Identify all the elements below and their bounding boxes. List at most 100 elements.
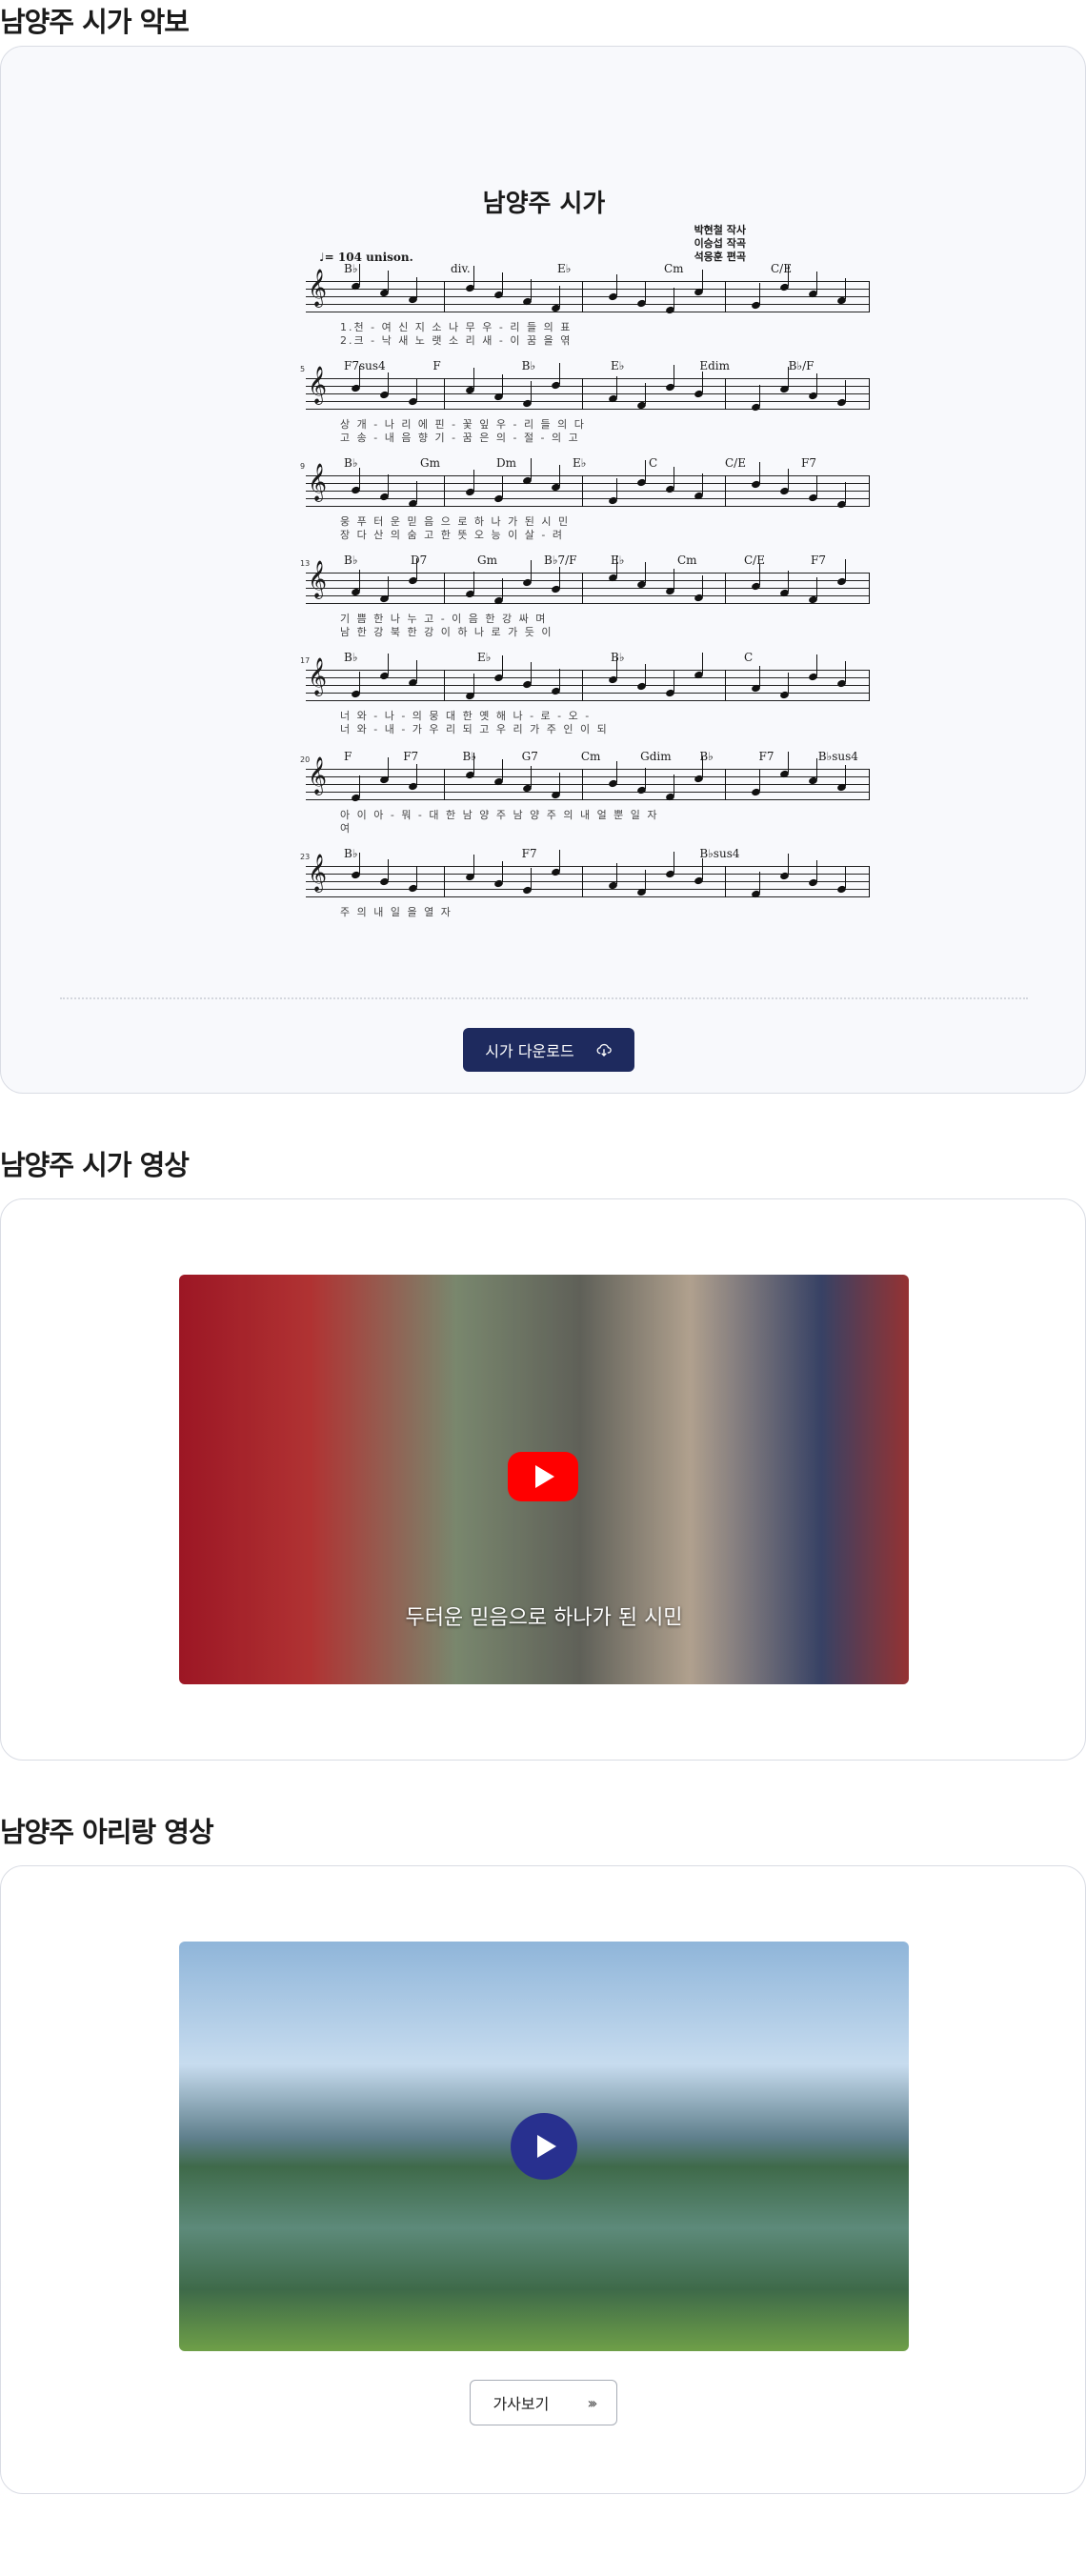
chord-symbol: C xyxy=(744,651,754,664)
chord-symbol: F7 xyxy=(403,750,419,763)
staff-row: F F7 B♭ G7 Cm Gdim B♭ F7 B♭sus4 𝄞 20 아 이 아 - 뭐 - 대 … xyxy=(300,750,870,835)
barline xyxy=(582,866,583,897)
note-stem xyxy=(616,555,617,576)
note-stem xyxy=(816,373,817,394)
note-stem xyxy=(531,381,532,402)
staff-row: B♭ E♭ B♭ C 𝄞 17 너 와 - 나 - 의 뭉 대 한 옛 해 나 - 로 - … xyxy=(300,651,870,735)
note-stem xyxy=(616,657,617,678)
treble-clef-icon: 𝄞 xyxy=(308,560,328,598)
note-stem xyxy=(502,861,503,882)
note-stem xyxy=(416,764,417,785)
staff-row: B♭ div. E♭ Cm C/E 𝄞 1.천 - 여 신 지 소 나 무 우 - 리 들 … xyxy=(306,262,870,347)
note-stem xyxy=(845,482,846,503)
chord-symbol: Cm xyxy=(580,750,601,763)
barline xyxy=(582,475,583,507)
note-stem xyxy=(359,366,360,387)
note-stem xyxy=(845,380,846,401)
note-stem xyxy=(702,270,703,291)
chord-symbol: F xyxy=(344,750,352,763)
credit-composer: 이승섭 작곡 xyxy=(694,237,746,250)
treble-clef-icon: 𝄞 xyxy=(308,854,328,892)
note-stem xyxy=(359,672,360,693)
note-stem xyxy=(816,577,817,598)
sheet-music-image: 남양주 시가 박현철 작사 이승섭 작곡 석응훈 편곡 B♭ div. E♭ Cm C/… xyxy=(60,104,1032,999)
chord-symbol: B♭7/F xyxy=(544,553,577,567)
chord-symbol: C/E xyxy=(744,553,765,567)
barline xyxy=(582,769,583,800)
chord-symbol: C xyxy=(649,456,658,470)
chord-symbol: Cm xyxy=(664,262,684,275)
note-stem xyxy=(616,863,617,884)
note-stem xyxy=(559,363,560,384)
treble-clef-icon: 𝄞 xyxy=(308,657,328,695)
staff-row: B♭ F7 B♭sus4 𝄞 23 주 의 내 일 을 열 자 xyxy=(300,847,870,927)
chord-symbol: G7 xyxy=(521,750,538,763)
barline xyxy=(869,281,870,312)
lyrics-line-2: 2.크 - 낙 새 노 랫 소 리 새 - 이 꿈 을 엮 xyxy=(340,334,573,347)
chord-symbol: B♭ xyxy=(344,847,358,860)
note-stem xyxy=(359,775,360,796)
video-player-arirang[interactable] xyxy=(179,1942,909,2351)
note-stem xyxy=(816,758,817,779)
note-stem xyxy=(845,765,846,786)
barline xyxy=(725,281,726,312)
treble-clef-icon: 𝄞 xyxy=(308,463,328,501)
note-stem xyxy=(816,475,817,496)
lyrics-button[interactable]: 가사보기 ››› xyxy=(470,2380,617,2425)
note-stem xyxy=(473,368,474,389)
note-stem xyxy=(388,859,389,880)
chord-symbol: Dm xyxy=(496,456,516,470)
lyrics-line-1: 아 이 아 - 뭐 - 대 한 남 양 주 남 양 주 의 내 얼 뿐 일 자 xyxy=(340,809,659,821)
play-icon[interactable] xyxy=(511,2113,577,2180)
chord-symbol: F xyxy=(432,359,441,372)
credit-lyricist: 박현철 작사 xyxy=(694,224,746,236)
note-stem xyxy=(645,460,646,481)
chord-symbol: F7 xyxy=(801,456,816,470)
note-stem xyxy=(416,481,417,502)
video-player-sige[interactable]: 두터운 믿음으로 하나가 된 시민 xyxy=(179,1275,909,1684)
staff-line xyxy=(306,409,870,410)
note-stem xyxy=(559,669,560,690)
chord-symbol: F7sus4 xyxy=(344,359,386,372)
chord-symbol: E♭ xyxy=(573,456,587,470)
cloud-download-icon xyxy=(596,1043,612,1057)
staff-line xyxy=(306,670,870,671)
barline xyxy=(725,769,726,800)
note-stem xyxy=(816,860,817,881)
barline xyxy=(725,475,726,507)
youtube-play-icon[interactable] xyxy=(508,1452,578,1501)
note-stem xyxy=(416,660,417,681)
measure-number: 5 xyxy=(300,365,306,373)
note-stem xyxy=(788,265,789,286)
lyrics-button-label: 가사보기 xyxy=(493,2395,550,2413)
barline xyxy=(869,573,870,604)
note-stem xyxy=(473,674,474,694)
chord-symbol: B♭ xyxy=(611,651,625,664)
lyrics-line-2: 고 송 - 내 음 향 기 - 꿈 은 의 - 절 - 의 고 xyxy=(340,432,580,444)
download-sheet-button[interactable]: 시가 다운로드 xyxy=(463,1028,634,1072)
chord-symbol: B♭ xyxy=(521,359,536,372)
download-button-label: 시가 다운로드 xyxy=(485,1042,574,1060)
note-stem xyxy=(531,662,532,683)
note-stem xyxy=(531,766,532,787)
chord-symbol: B♭sus4 xyxy=(817,750,858,763)
note-stem xyxy=(616,376,617,397)
note-stem xyxy=(559,465,560,486)
staff-line xyxy=(306,573,870,574)
staff-line xyxy=(306,881,870,882)
staff-line xyxy=(306,281,870,282)
note-stem xyxy=(531,458,532,479)
note-stem xyxy=(759,666,760,687)
chord-symbol: C/E xyxy=(725,456,746,470)
chord-symbol: F7 xyxy=(811,553,826,567)
staff-line xyxy=(306,685,870,686)
note-stem xyxy=(473,572,474,593)
lyrics-line-2: 남 한 강 북 한 강 이 하 나 로 가 듯 이 xyxy=(340,626,553,638)
note-stem xyxy=(359,853,360,874)
note-stem xyxy=(473,266,474,287)
staff-line xyxy=(306,498,870,499)
treble-clef-icon: 𝄞 xyxy=(308,269,328,307)
note-stem xyxy=(845,867,846,888)
note-stem xyxy=(702,756,703,777)
note-stem xyxy=(645,768,646,789)
